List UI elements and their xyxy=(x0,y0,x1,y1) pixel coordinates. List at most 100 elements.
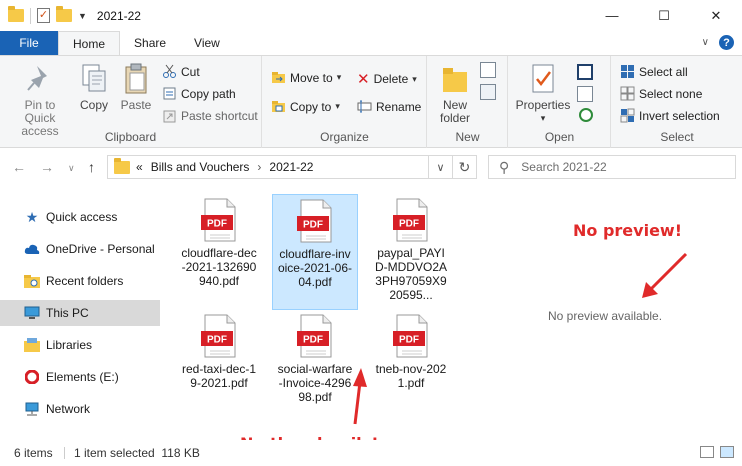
close-button[interactable]: ✕ xyxy=(690,0,742,31)
breadcrumb-item[interactable]: Bills and Vouchers xyxy=(151,160,250,174)
open-icon[interactable] xyxy=(577,64,593,80)
file-item-selected[interactable]: PDF cloudflare-invoice-2021-06-04.pdf xyxy=(272,194,358,310)
cut-label: Cut xyxy=(181,64,200,79)
easy-access-icon[interactable] xyxy=(480,84,496,100)
selection-info: 1 item selected 118 KB xyxy=(74,446,200,460)
select-all-label: Select all xyxy=(639,64,688,79)
organize-group: Move to ▾ Copy to ▾ ✕ Delete ▾ Rename Or… xyxy=(263,56,427,148)
ribbon: Pin to Quick access Copy Paste Cut Copy … xyxy=(0,55,742,148)
pdf-file-icon: PDF xyxy=(201,314,236,358)
tab-view[interactable]: View xyxy=(180,31,234,55)
pdf-badge: PDF xyxy=(399,335,419,346)
move-to-dropdown-icon: ▾ xyxy=(336,72,342,82)
annotation-arrow-icon xyxy=(642,252,688,298)
file-item[interactable]: PDF tneb-nov-2021.pdf xyxy=(368,310,454,426)
properties-check-icon[interactable]: ✓ xyxy=(37,8,50,23)
nav-item-libraries[interactable]: Libraries xyxy=(0,332,160,358)
move-folder-icon xyxy=(272,72,285,83)
pin-icon xyxy=(27,66,47,91)
clipboard-group: Pin to Quick access Copy Paste Cut Copy … xyxy=(0,56,262,148)
search-box[interactable]: ⚲ Search 2021-22 xyxy=(488,155,736,179)
details-view-icon[interactable] xyxy=(700,446,714,458)
file-item[interactable]: PDF paypal_PAYID-MDDVO2A3PH97059X920595.… xyxy=(368,194,454,310)
nav-item-label: Quick access xyxy=(46,210,118,224)
properties-dropdown-icon: ▾ xyxy=(540,113,546,123)
file-item[interactable]: PDF cloudflare-dec-2021-132690940.pdf xyxy=(176,194,262,310)
history-icon[interactable] xyxy=(579,108,593,122)
back-arrow-icon[interactable]: ← xyxy=(12,159,26,175)
paste-icon xyxy=(125,63,147,94)
address-dropdown-icon[interactable]: ∨ xyxy=(428,156,452,178)
paste-shortcut-button[interactable]: Paste shortcut xyxy=(162,108,258,123)
file-item[interactable]: PDF red-taxi-dec-19-2021.pdf xyxy=(176,310,262,426)
minimize-button[interactable]: — xyxy=(586,0,638,31)
nav-item-network[interactable]: Network xyxy=(0,396,160,422)
item-count: 6 items xyxy=(14,446,53,460)
nav-item-this-pc[interactable]: This PC xyxy=(0,300,160,326)
rename-button[interactable]: Rename xyxy=(357,99,421,114)
tab-home[interactable]: Home xyxy=(58,31,121,56)
pdf-badge: PDF xyxy=(303,335,323,346)
properties-icon xyxy=(532,64,554,93)
help-icon[interactable]: ? xyxy=(719,35,734,50)
file-name: tneb-nov-2021.pdf xyxy=(375,362,447,390)
breadcrumb-overflow[interactable]: « xyxy=(136,160,143,174)
recent-locations-chevron-icon[interactable]: ∨ xyxy=(68,163,75,174)
new-folder-icon[interactable] xyxy=(56,6,72,22)
chevron-down-icon[interactable]: ∨ xyxy=(702,37,709,48)
cloud-icon xyxy=(24,241,40,257)
nav-item-quick-access[interactable]: ★ Quick access xyxy=(0,204,160,230)
tab-file[interactable]: File xyxy=(0,31,58,55)
invert-selection-button[interactable]: Invert selection xyxy=(620,108,720,123)
select-all-button[interactable]: Select all xyxy=(620,64,688,79)
folder-icon xyxy=(114,157,130,174)
open-group: Properties ▾ Open xyxy=(509,56,611,148)
divider xyxy=(64,447,65,459)
paste-shortcut-label: Paste shortcut xyxy=(181,108,258,123)
delete-button[interactable]: ✕ Delete ▾ xyxy=(357,70,417,88)
nav-item-recent-folders[interactable]: Recent folders xyxy=(0,268,160,294)
cut-button[interactable]: Cut xyxy=(162,64,200,79)
pdf-badge: PDF xyxy=(399,219,419,230)
properties-button[interactable]: Properties ▾ xyxy=(515,62,571,125)
edit-icon[interactable] xyxy=(577,86,593,102)
customize-toolbar-icon[interactable]: ▼ xyxy=(78,11,87,21)
nav-item-label: This PC xyxy=(46,306,89,320)
file-name: red-taxi-dec-19-2021.pdf xyxy=(181,362,257,390)
file-name: cloudflare-invoice-2021-06-04.pdf xyxy=(277,247,353,289)
nav-item-elements-drive[interactable]: Elements (E:) xyxy=(0,364,160,390)
copy-button[interactable]: Copy xyxy=(76,62,112,112)
new-item-icon[interactable] xyxy=(480,62,496,78)
nav-item-onedrive[interactable]: OneDrive - Personal xyxy=(0,236,160,262)
copy-icon xyxy=(82,64,106,92)
refresh-icon[interactable]: ↻ xyxy=(452,156,476,178)
window-title: 2021-22 xyxy=(96,8,141,23)
copy-path-button[interactable]: Copy path xyxy=(162,86,236,101)
pdf-file-icon: PDF xyxy=(297,199,332,243)
paste-shortcut-icon xyxy=(163,110,176,123)
up-arrow-icon[interactable]: ↑ xyxy=(88,159,95,175)
search-placeholder: Search 2021-22 xyxy=(521,160,607,174)
pin-to-quick-access-button[interactable]: Pin to Quick access xyxy=(6,62,74,138)
select-none-button[interactable]: Select none xyxy=(620,86,702,101)
tab-share[interactable]: Share xyxy=(120,31,180,55)
nav-item-label: Libraries xyxy=(46,338,93,352)
large-icons-view-icon[interactable] xyxy=(720,446,734,458)
star-icon: ★ xyxy=(25,208,39,225)
delete-x-icon: ✕ xyxy=(357,71,370,88)
new-group: New folder New xyxy=(428,56,508,148)
copy-to-button[interactable]: Copy to ▾ xyxy=(271,99,340,114)
maximize-button[interactable]: ☐ xyxy=(638,0,690,31)
delete-dropdown-icon: ▾ xyxy=(412,73,417,84)
rename-icon xyxy=(357,100,372,113)
breadcrumb-item[interactable]: 2021-22 xyxy=(269,160,313,174)
select-group: Select all Select none Invert selection … xyxy=(612,56,742,148)
move-to-button[interactable]: Move to ▾ xyxy=(271,70,341,85)
forward-arrow-icon[interactable]: → xyxy=(40,159,54,175)
delete-label: Delete xyxy=(373,72,409,86)
address-bar[interactable]: « Bills and Vouchers › 2021-22 ∨ ↻ xyxy=(107,155,477,179)
select-none-label: Select none xyxy=(639,86,703,101)
new-folder-button[interactable]: New folder xyxy=(434,62,476,125)
paste-button[interactable]: Paste xyxy=(116,62,156,112)
copy-label: Copy xyxy=(79,98,108,112)
